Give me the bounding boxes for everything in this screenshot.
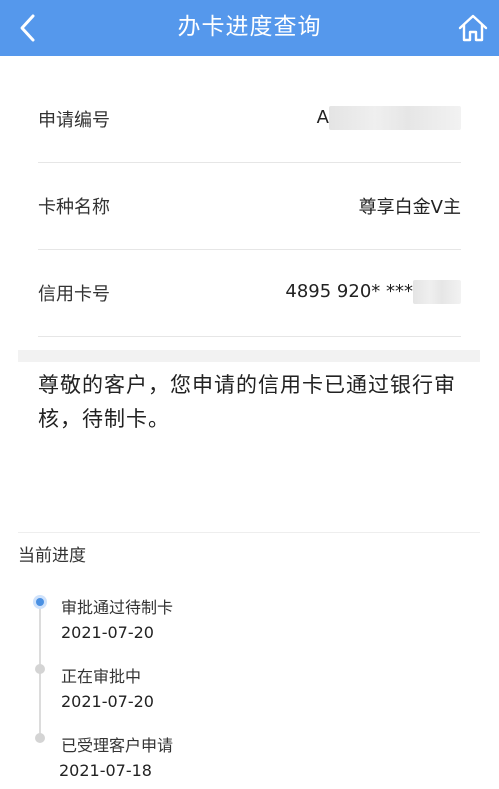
timeline-dot (35, 733, 45, 743)
info-label: 卡种名称 (38, 197, 110, 218)
step-date: 2021-07-18 (59, 761, 152, 780)
redacted-blur (413, 280, 461, 304)
info-row-application-number: 申请编号 A (38, 76, 461, 163)
progress-title: 当前进度 (18, 546, 86, 566)
card-number-value: 4895 920* *** (285, 281, 413, 302)
status-message: 尊敬的客户，您申请的信用卡已通过银行审核，待制卡。 (38, 373, 456, 431)
info-value: A (317, 106, 461, 130)
card-type-value: 尊享白金V主 (358, 197, 461, 218)
home-button[interactable] (451, 6, 495, 50)
info-row-card-number: 信用卡号 4895 920* *** (38, 250, 461, 337)
application-number-value: A (316, 107, 329, 128)
step-status: 已受理客户申请 (61, 736, 174, 755)
info-label: 信用卡号 (38, 284, 110, 305)
timeline-dot-active (33, 595, 47, 609)
info-label: 申请编号 (38, 110, 110, 131)
redacted-blur (329, 106, 461, 130)
timeline-dot (35, 664, 45, 674)
step-date: 2021-07-20 (61, 623, 154, 642)
step-status: 审批通过待制卡 (61, 598, 174, 617)
page-title: 办卡进度查询 (177, 14, 322, 40)
info-row-card-type: 卡种名称 尊享白金V主 (38, 163, 461, 250)
divider (18, 532, 480, 533)
step-status: 正在审批中 (61, 667, 142, 686)
step-date: 2021-07-20 (61, 692, 154, 711)
home-icon (458, 14, 488, 42)
info-value: 4895 920* *** (285, 280, 461, 304)
top-nav-bar: 办卡进度查询 (0, 0, 499, 56)
section-divider (18, 350, 480, 362)
